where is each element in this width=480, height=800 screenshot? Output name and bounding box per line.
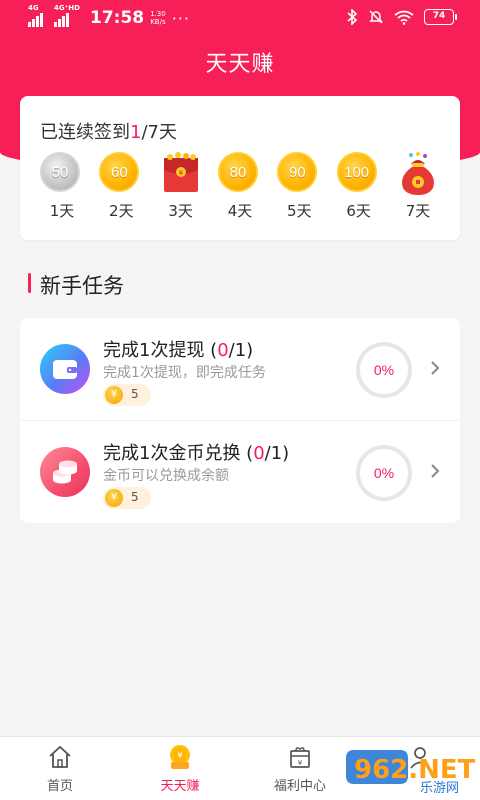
battery-icon: 74 [424, 9, 457, 25]
bluetooth-icon [347, 9, 358, 25]
task-description: 金币可以兑换成余额 [103, 468, 229, 484]
task-description: 完成1次提现，即完成任务 [103, 365, 266, 381]
tab-label: 首页 [46, 779, 73, 794]
status-bar: 4G 4G⁺HD 17:58 1.30 KB/s ··· 74 [0, 0, 480, 38]
progress-ring: 0% [356, 445, 412, 501]
task-title: 完成1次提现 [103, 340, 205, 361]
reward-badge: ¥ 5 [103, 384, 151, 406]
cell-signal-icon-2: 4G⁺HD [54, 5, 80, 27]
tab-home[interactable]: 首页 [0, 737, 120, 800]
silver-coin-icon: 50 [40, 152, 80, 192]
checkin-prefix: 已连续签到 [40, 122, 130, 143]
gold-coin-icon: 80 [217, 152, 258, 192]
checkin-days: 50 1天 60 2天 ¥ 3天 80 4天 90 5天 100 6天 7天 [40, 148, 440, 232]
checkin-day-6[interactable]: 100 6天 [336, 148, 381, 232]
network-type-label-2: 4G⁺HD [54, 4, 80, 12]
checkin-day-label: 6天 [346, 202, 371, 220]
tab-label: 天天赚 [160, 779, 200, 794]
task-name: 完成1次金币兑换 (0/1) [103, 439, 289, 465]
wallet-icon [40, 344, 90, 394]
page-title: 天天赚 [205, 52, 275, 77]
speed-unit: KB/s [150, 18, 166, 26]
reward-amount: 5 [131, 490, 139, 504]
progress-ring: 0% [356, 342, 412, 398]
yuan-coin-icon: ¥ [105, 489, 123, 507]
checkin-day-4[interactable]: 80 4天 [217, 148, 262, 232]
checkin-streak: 已连续签到1/7天 [40, 118, 177, 144]
chevron-right-icon[interactable] [428, 358, 442, 378]
coin-purse-icon: ¥ [170, 745, 190, 769]
task-progress-total: /1) [264, 443, 290, 464]
chevron-right-icon[interactable] [428, 461, 442, 481]
svg-text:¥: ¥ [178, 169, 183, 177]
network-speed: 1.30 KB/s [150, 10, 166, 26]
task-list: 完成1次提现 (0/1) 完成1次提现，即完成任务 ¥ 5 0% 完成1次金币兑… [20, 318, 460, 523]
task-item-exchange[interactable]: 完成1次金币兑换 (0/1) 金币可以兑换成余额 ¥ 5 0% [20, 420, 460, 522]
more-notifications-icon: ··· [171, 8, 190, 28]
home-icon [49, 745, 71, 768]
svg-text:¥: ¥ [298, 759, 303, 767]
mute-bell-icon [369, 10, 383, 24]
task-progress-done: 0 [253, 443, 265, 464]
gold-coin-icon: 90 [277, 152, 318, 192]
task-title: 完成1次金币兑换 [103, 443, 241, 464]
checkin-total-days: /7天 [141, 122, 177, 143]
checkin-current-days: 1 [130, 122, 142, 143]
task-progress-total: /1) [228, 340, 254, 361]
checkin-card: 已连续签到1/7天 50 1天 60 2天 ¥ 3天 80 4天 90 5天 1… [20, 96, 460, 240]
checkin-day-label: 4天 [227, 202, 253, 220]
gold-coin-icon: 100 [336, 152, 377, 192]
network-type-label: 4G [28, 4, 39, 12]
status-bar-right: 74 [346, 9, 457, 25]
section-title-newbie-tasks: 新手任务 [28, 270, 124, 300]
yuan-coin-icon: ¥ [105, 386, 123, 404]
speed-value: 1.30 [150, 10, 166, 18]
reward-badge: ¥ 5 [103, 487, 151, 509]
cell-signal-icon: 4G [28, 5, 48, 27]
svg-text:¥: ¥ [177, 751, 183, 761]
gift-box-icon: ¥ [290, 747, 310, 768]
checkin-day-label: 2天 [109, 202, 134, 220]
tab-daily-earn[interactable]: ¥ 天天赚 [120, 737, 240, 800]
checkin-day-label: 5天 [287, 202, 312, 220]
checkin-day-3[interactable]: ¥ 3天 [159, 148, 203, 232]
watermark-sub: 乐游网 [420, 781, 459, 796]
wifi-icon [394, 10, 414, 25]
watermark-962-logo: 962.NET 乐游网 [346, 750, 476, 796]
task-progress-open: ( [204, 340, 218, 361]
reward-amount: 5 [131, 387, 139, 401]
coin-stack-icon [40, 447, 90, 497]
task-progress-open: ( [240, 443, 254, 464]
gold-coin-icon: 60 [99, 152, 140, 192]
checkin-day-1[interactable]: 50 1天 [40, 148, 84, 232]
checkin-day-2[interactable]: 60 2天 [99, 148, 143, 232]
checkin-day-7[interactable]: 7天 [396, 148, 440, 232]
status-time: 17:58 [90, 8, 145, 28]
checkin-day-label: 1天 [49, 202, 75, 220]
task-name: 完成1次提现 (0/1) [103, 336, 253, 362]
task-item-withdraw[interactable]: 完成1次提现 (0/1) 完成1次提现，即完成任务 ¥ 5 0% [20, 318, 460, 420]
checkin-day-label: 7天 [405, 202, 431, 220]
task-progress-done: 0 [217, 340, 229, 361]
checkin-day-5[interactable]: 90 5天 [277, 148, 321, 232]
lucky-bag-icon [402, 152, 434, 195]
status-bar-left: 4G 4G⁺HD 17:58 1.30 KB/s ··· [28, 5, 190, 28]
red-envelope-icon: ¥ [163, 152, 198, 192]
checkin-day-label: 3天 [168, 202, 193, 220]
